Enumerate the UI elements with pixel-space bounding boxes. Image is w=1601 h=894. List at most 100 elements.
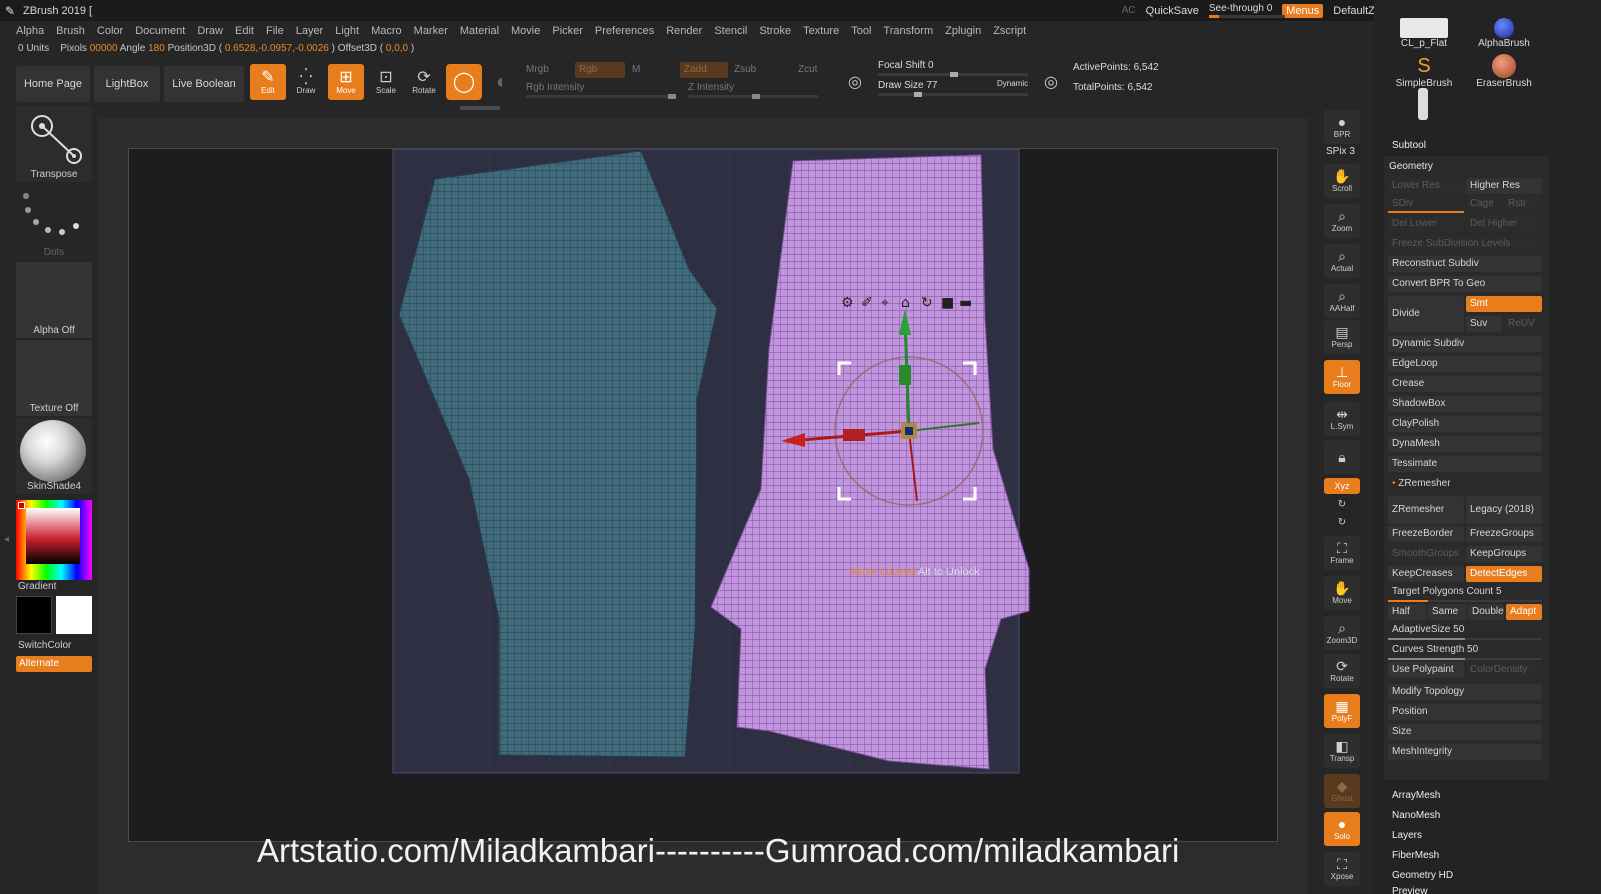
menu-color[interactable]: Color	[97, 25, 123, 37]
keepcreases-toggle[interactable]: KeepCreases	[1388, 566, 1464, 582]
draw-size-slider[interactable]	[878, 92, 1028, 97]
color-density-slider[interactable]: ColorDensity	[1466, 662, 1542, 678]
menu-stencil[interactable]: Stencil	[714, 25, 747, 37]
menu-movie[interactable]: Movie	[511, 25, 540, 37]
reuv-toggle[interactable]: ReUV	[1504, 316, 1542, 332]
draw-mode-button[interactable]: ⁛ Draw	[288, 64, 324, 100]
lock-view-button[interactable]: 🔒︎	[1324, 440, 1360, 474]
move-mode-button[interactable]: ⊞ Move	[328, 64, 364, 100]
brush-alphabrush[interactable]: AlphaBrush	[1466, 18, 1542, 49]
zremesher-button[interactable]: ZRemesher	[1388, 496, 1464, 524]
left-tray-collapse-icon[interactable]: ◂	[4, 534, 10, 564]
mrgb-button[interactable]: Mrgb	[526, 64, 549, 75]
zoom3d-button[interactable]: ⌕ Zoom3D	[1324, 616, 1360, 650]
dynamesh-section[interactable]: DynaMesh	[1388, 436, 1542, 452]
menu-zscript[interactable]: Zscript	[993, 25, 1026, 37]
xyz-button[interactable]: Xyz	[1324, 478, 1360, 494]
divide-button[interactable]: Divide	[1388, 296, 1464, 332]
alternate-button[interactable]: Alternate	[16, 656, 92, 672]
nanomesh-header[interactable]: NanoMesh	[1392, 810, 1440, 821]
secondary-color-swatch[interactable]	[56, 596, 92, 634]
menu-material[interactable]: Material	[460, 25, 499, 37]
rotate-y-button[interactable]: ↻	[1324, 496, 1360, 512]
ghost-button[interactable]: ◆ Ghost	[1324, 774, 1360, 808]
menu-stroke[interactable]: Stroke	[759, 25, 791, 37]
frame-button[interactable]: ⛶ Frame	[1324, 536, 1360, 570]
menu-layer[interactable]: Layer	[296, 25, 324, 37]
scroll-button[interactable]: ✋ Scroll	[1324, 164, 1360, 198]
modify-topology-section[interactable]: Modify Topology	[1388, 684, 1542, 700]
zcut-button[interactable]: Zcut	[798, 64, 817, 75]
menu-picker[interactable]: Picker	[552, 25, 583, 37]
use-polypaint-toggle[interactable]: Use Polypaint	[1388, 662, 1464, 678]
main-color-swatch[interactable]	[16, 596, 52, 634]
menu-tool[interactable]: Tool	[851, 25, 871, 37]
edgeloop-section[interactable]: EdgeLoop	[1388, 356, 1542, 372]
document-canvas[interactable]: ⚙ ✐ ⌖ ⌂ ↻ ■ ▬	[128, 148, 1278, 842]
dynamic-subdiv-section[interactable]: Dynamic Subdiv	[1388, 336, 1542, 352]
size-section[interactable]: Size	[1388, 724, 1542, 740]
draw-size-icon-button[interactable]: ◎	[1036, 64, 1066, 100]
zadd-button[interactable]: Zadd	[680, 62, 728, 78]
menu-light[interactable]: Light	[335, 25, 359, 37]
adaptive-size-slider[interactable]: AdaptiveSize 50	[1388, 622, 1542, 638]
rotate-mode-button[interactable]: ⟳ Rotate	[406, 64, 442, 100]
stroke-dots-button[interactable]: Dots	[16, 184, 92, 260]
gizmo-settings-icon[interactable]: ⚙	[841, 295, 854, 311]
gizmo-more-icon[interactable]: ▬	[959, 295, 972, 311]
gizmo-lock-icon[interactable]: ■	[941, 295, 954, 311]
menu-zplugin[interactable]: Zplugin	[945, 25, 981, 37]
menu-brush[interactable]: Brush	[56, 25, 85, 37]
lsym-button[interactable]: ⇹ L.Sym	[1324, 402, 1360, 436]
move-view-button[interactable]: ✋ Move	[1324, 576, 1360, 610]
gizmo-y-scale[interactable]	[899, 365, 911, 385]
viewport-scene[interactable]: ⚙ ✐ ⌖ ⌂ ↻ ■ ▬	[129, 149, 1279, 843]
material-sphere-button[interactable]: ◯	[446, 64, 482, 100]
geometry-header[interactable]: Geometry	[1384, 156, 1549, 176]
focal-shift-slider[interactable]	[878, 72, 1028, 77]
claypolish-section[interactable]: ClayPolish	[1388, 416, 1542, 432]
menu-edit[interactable]: Edit	[235, 25, 254, 37]
crease-section[interactable]: Crease	[1388, 376, 1542, 392]
menu-preferences[interactable]: Preferences	[595, 25, 654, 37]
gradient-label[interactable]: Gradient	[18, 581, 56, 592]
brush-cl-p-flat[interactable]: CL_p_Flat	[1386, 18, 1462, 49]
solo-button[interactable]: ● Solo	[1324, 812, 1360, 846]
bpr-button[interactable]: ● BPR	[1324, 110, 1360, 144]
rotate-view-button[interactable]: ⟳ Rotate	[1324, 654, 1360, 688]
suv-toggle[interactable]: Suv	[1466, 316, 1502, 332]
higher-res-button[interactable]: Higher Res	[1466, 178, 1542, 194]
scale-mode-button[interactable]: ⊡ Scale	[368, 64, 404, 100]
z-intensity-slider[interactable]	[688, 94, 818, 99]
target-polygons-slider[interactable]: Target Polygons Count 5	[1388, 584, 1542, 600]
polyf-button[interactable]: ▦ PolyF	[1324, 694, 1360, 728]
detectedges-toggle[interactable]: DetectEdges	[1466, 566, 1542, 582]
edit-mode-button[interactable]: ✎ Edit	[250, 64, 286, 100]
see-through-slider[interactable]: See-through 0	[1208, 3, 1285, 18]
lower-res-button[interactable]: Lower Res	[1388, 178, 1464, 194]
position-section[interactable]: Position	[1388, 704, 1542, 720]
color-square[interactable]	[26, 508, 80, 564]
double-button[interactable]: Double	[1468, 604, 1504, 620]
gizmo-x-scale[interactable]	[843, 429, 865, 441]
menu-render[interactable]: Render	[666, 25, 702, 37]
menu-document[interactable]: Document	[135, 25, 185, 37]
texture-sphere-button[interactable]: ◐	[484, 64, 520, 100]
geometry-hd-header[interactable]: Geometry HD	[1392, 870, 1453, 881]
rgb-intensity-slider[interactable]	[526, 94, 676, 99]
keepgroups-toggle[interactable]: KeepGroups	[1466, 546, 1542, 562]
menu-draw[interactable]: Draw	[197, 25, 223, 37]
cage-button[interactable]: Cage	[1466, 196, 1502, 212]
alpha-button[interactable]: Alpha Off	[16, 262, 92, 338]
material-button[interactable]: SkinShade4	[16, 418, 92, 494]
zremesher-section-header[interactable]: • ZRemesher	[1388, 476, 1542, 492]
menus-toggle-button[interactable]: Menus	[1282, 3, 1324, 18]
preview-header[interactable]: Preview	[1392, 886, 1428, 894]
ac-indicator[interactable]: AC	[1122, 5, 1136, 16]
shelf-scroll-handle[interactable]	[460, 106, 500, 110]
menu-texture[interactable]: Texture	[803, 25, 839, 37]
subtool-header[interactable]: Subtool	[1392, 140, 1426, 151]
legacy-button[interactable]: Legacy (2018)	[1466, 496, 1542, 524]
smt-toggle[interactable]: Smt	[1466, 296, 1542, 312]
brush-simplebrush[interactable]: S SimpleBrush	[1386, 54, 1462, 89]
